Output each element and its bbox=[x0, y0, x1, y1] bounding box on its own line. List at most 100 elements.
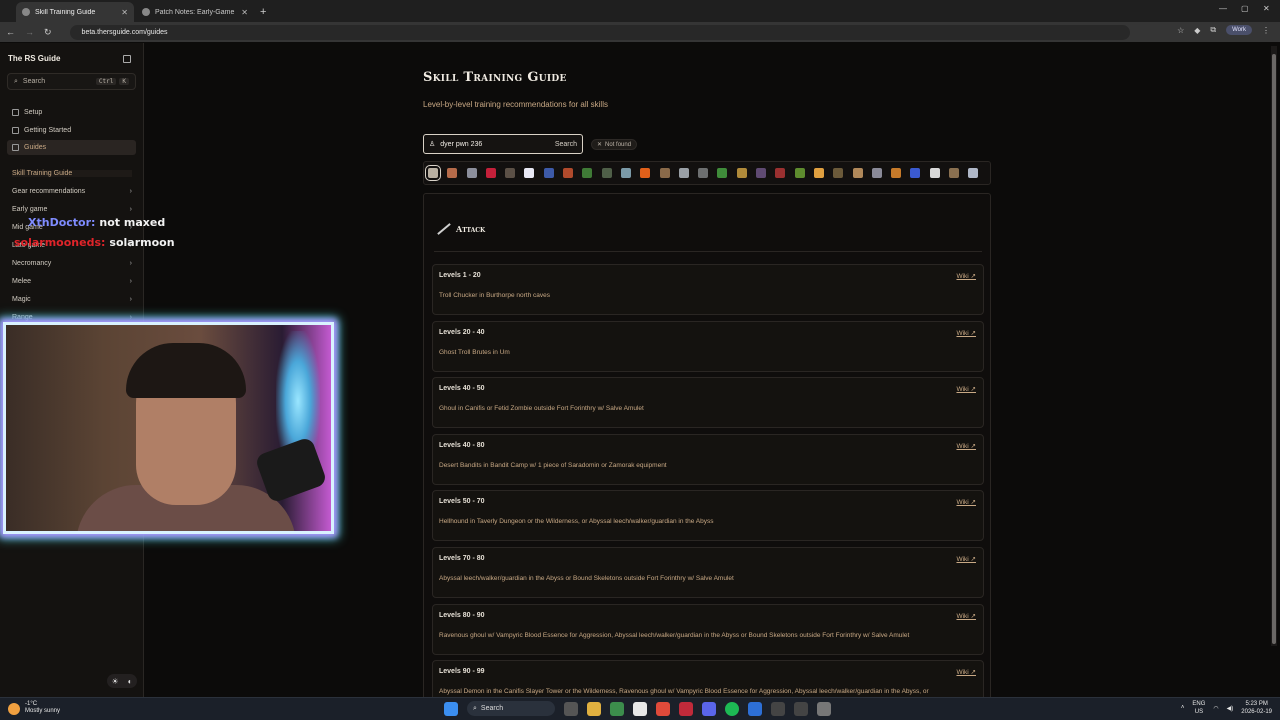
prayer-skill-icon[interactable] bbox=[524, 168, 535, 178]
moon-icon[interactable]: ◐ bbox=[128, 677, 133, 686]
runescape-icon[interactable] bbox=[817, 701, 831, 716]
theme-toggle[interactable]: ☀ ◐ bbox=[107, 674, 137, 688]
wiki-link[interactable]: Wiki ↗ bbox=[956, 668, 976, 676]
browser-icon[interactable] bbox=[656, 701, 670, 716]
sun-icon[interactable]: ☀ bbox=[111, 677, 118, 686]
search-input-value[interactable]: dyer pwn 236 bbox=[440, 141, 482, 148]
url-field[interactable]: beta.thersguide.com/guides bbox=[69, 24, 1130, 40]
agility-skill-icon[interactable] bbox=[736, 168, 747, 178]
profile-button[interactable]: Work bbox=[1226, 25, 1252, 35]
skill-search-input[interactable]: ♙ dyer pwn 236 Search bbox=[423, 134, 583, 154]
extensions-puzzle-icon[interactable]: ⧉ bbox=[1210, 25, 1216, 35]
bookmark-star-icon[interactable]: ☆ bbox=[1177, 26, 1184, 35]
x-app-icon[interactable] bbox=[633, 701, 647, 716]
volume-icon[interactable]: ◀) bbox=[1227, 705, 1234, 712]
ranged-skill-icon[interactable] bbox=[505, 168, 516, 178]
minimize-icon[interactable]: — bbox=[1219, 4, 1227, 13]
menu-kebab-icon[interactable]: ⋮ bbox=[1262, 26, 1270, 35]
close-icon[interactable]: ✕ bbox=[241, 8, 248, 17]
mining-skill-icon[interactable] bbox=[698, 168, 709, 178]
nav-getting-started[interactable]: Getting Started bbox=[7, 123, 136, 138]
nav-setup[interactable]: Setup bbox=[7, 105, 136, 120]
taskbar-search[interactable]: ⌕ Search bbox=[467, 701, 555, 716]
sidebar-item-skill-training-guide[interactable]: Skill Training Guide bbox=[12, 170, 132, 177]
spotify-icon[interactable] bbox=[725, 701, 739, 716]
site-title[interactable]: The RS Guide bbox=[8, 54, 60, 63]
divination-skill-icon[interactable] bbox=[910, 168, 921, 178]
back-icon[interactable]: ← bbox=[6, 27, 15, 37]
search-button[interactable]: Search bbox=[555, 141, 577, 148]
status-badge[interactable]: ✕ Not found bbox=[591, 139, 638, 150]
defence-skill-icon[interactable] bbox=[466, 168, 477, 178]
wiki-link[interactable]: Wiki ↗ bbox=[956, 272, 976, 280]
crafting-skill-icon[interactable] bbox=[659, 168, 670, 178]
sidebar-item-early-game[interactable]: Early game › bbox=[12, 206, 132, 213]
page-scrollbar[interactable] bbox=[1271, 46, 1277, 646]
wiki-link[interactable]: Wiki ↗ bbox=[956, 612, 976, 620]
herblore-skill-icon[interactable] bbox=[717, 168, 728, 178]
tray-chevron-icon[interactable]: ˄ bbox=[1181, 705, 1185, 711]
constitution-skill-icon[interactable] bbox=[485, 168, 496, 178]
runecrafting-skill-icon[interactable] bbox=[813, 168, 824, 178]
windows-start-icon[interactable] bbox=[444, 701, 458, 716]
dungeoneering-skill-icon[interactable] bbox=[891, 168, 902, 178]
necromancy-skill-icon[interactable] bbox=[968, 168, 979, 178]
wiki-link[interactable]: Wiki ↗ bbox=[956, 442, 976, 450]
wiki-link[interactable]: Wiki ↗ bbox=[956, 385, 976, 393]
forward-icon[interactable]: → bbox=[25, 27, 34, 37]
smithing-skill-icon[interactable] bbox=[678, 168, 689, 178]
sidebar-item-magic[interactable]: Magic › bbox=[12, 296, 132, 303]
sidebar-item-necromancy[interactable]: Necromancy › bbox=[12, 260, 132, 267]
discord-icon[interactable] bbox=[702, 701, 716, 716]
app-icon[interactable] bbox=[794, 701, 808, 716]
extension-icon[interactable]: ◆ bbox=[1194, 26, 1200, 35]
chrome-icon[interactable] bbox=[610, 701, 624, 716]
close-icon[interactable]: ✕ bbox=[597, 141, 602, 148]
thieving-skill-icon[interactable] bbox=[756, 168, 767, 178]
sidebar-search[interactable]: ⌕ Search Ctrl K bbox=[7, 73, 136, 90]
browser-tab-active[interactable]: Skill Training Guide ✕ bbox=[16, 2, 134, 22]
wiki-link[interactable]: Wiki ↗ bbox=[956, 555, 976, 563]
scrollbar-thumb[interactable] bbox=[1272, 54, 1276, 644]
wiki-link[interactable]: Wiki ↗ bbox=[956, 498, 976, 506]
mail-icon[interactable] bbox=[679, 701, 693, 716]
task-view-icon[interactable] bbox=[564, 701, 578, 716]
nav-guides[interactable]: Guides bbox=[7, 140, 136, 155]
chevron-right-icon: › bbox=[129, 278, 132, 285]
cooking-skill-icon[interactable] bbox=[563, 168, 574, 178]
summoning-skill-icon[interactable] bbox=[871, 168, 882, 178]
construction-skill-icon[interactable] bbox=[852, 168, 863, 178]
strength-skill-icon[interactable] bbox=[447, 168, 458, 178]
close-icon[interactable]: ✕ bbox=[121, 8, 128, 17]
invention-skill-icon[interactable] bbox=[929, 168, 940, 178]
window-close-icon[interactable]: ✕ bbox=[1263, 4, 1270, 13]
browser-tab[interactable]: Patch Notes: Early-Game Rebal ✕ bbox=[136, 2, 254, 22]
maximize-icon[interactable]: ▢ bbox=[1241, 4, 1249, 13]
sidebar-item-range[interactable]: Range › bbox=[12, 314, 132, 321]
woodcutting-skill-icon[interactable] bbox=[582, 168, 593, 178]
reload-icon[interactable]: ↻ bbox=[44, 27, 52, 38]
sidebar-item-gear-recommendations[interactable]: Gear recommendations › bbox=[12, 188, 132, 195]
magic-skill-icon[interactable] bbox=[543, 168, 554, 178]
file-explorer-icon[interactable] bbox=[587, 701, 601, 716]
sidebar-collapse-icon[interactable] bbox=[123, 55, 131, 63]
attack-skill-icon[interactable] bbox=[425, 165, 441, 181]
slayer-skill-icon[interactable] bbox=[775, 168, 786, 178]
wifi-icon[interactable]: ◠ bbox=[1213, 705, 1218, 712]
word-icon[interactable] bbox=[748, 701, 762, 716]
fishing-skill-icon[interactable] bbox=[620, 168, 631, 178]
new-tab-button[interactable]: + bbox=[260, 2, 266, 22]
wiki-link[interactable]: Wiki ↗ bbox=[956, 329, 976, 337]
clock[interactable]: 5:23 PM 2026-02-19 bbox=[1241, 700, 1272, 716]
language-indicator[interactable]: ENG US bbox=[1192, 700, 1205, 716]
address-bar-row: ← → ↻ beta.thersguide.com/guides ☆ ◆ ⧉ W… bbox=[0, 22, 1280, 42]
farming-skill-icon[interactable] bbox=[794, 168, 805, 178]
firemaking-skill-icon[interactable] bbox=[640, 168, 651, 178]
archaeology-skill-icon[interactable] bbox=[949, 168, 960, 178]
hunter-skill-icon[interactable] bbox=[833, 168, 844, 178]
fletching-skill-icon[interactable] bbox=[601, 168, 612, 178]
obs-icon[interactable] bbox=[771, 701, 785, 716]
weather-widget[interactable]: -1°C Mostly sunny bbox=[8, 701, 60, 715]
chevron-right-icon: › bbox=[129, 314, 132, 321]
sidebar-item-melee[interactable]: Melee › bbox=[12, 278, 132, 285]
